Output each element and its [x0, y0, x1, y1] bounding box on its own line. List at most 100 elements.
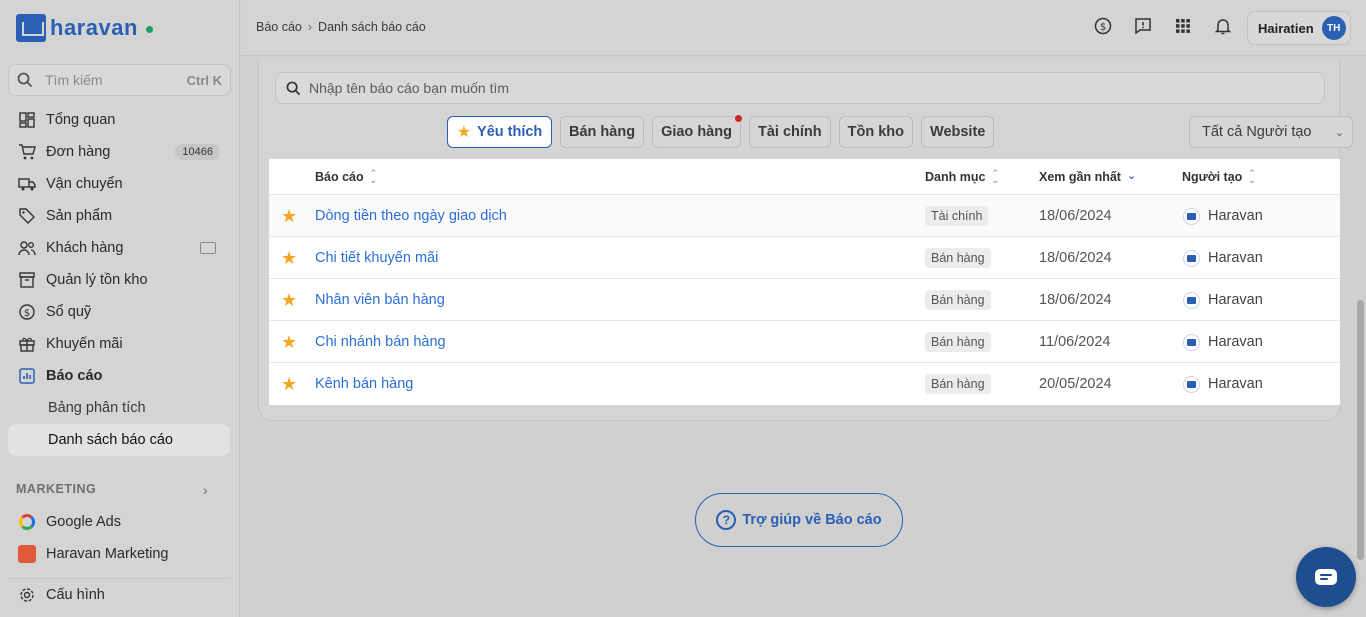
haravan-avatar-icon	[1183, 333, 1200, 351]
sidebar-item-san-pham[interactable]: Sản phẩm	[8, 200, 230, 232]
notification-dot	[734, 115, 742, 122]
sidebar-subitem-bang-phan-tich[interactable]: Bảng phân tích	[8, 392, 230, 424]
sidebar-item-don-hang[interactable]: Đơn hàng 10466	[8, 136, 230, 168]
gear-icon	[18, 586, 36, 604]
category-badge: Bán hàng	[925, 321, 991, 363]
sidebar-item-van-chuyen[interactable]: Vận chuyển	[8, 168, 230, 200]
sidebar-item-khuyen-mai[interactable]: Khuyến mãi	[8, 328, 230, 360]
favorite-star-icon[interactable]: ★	[281, 363, 297, 405]
report-help-button[interactable]: ? Trợ giúp về Báo cáo	[695, 493, 903, 547]
sidebar-item-so-quy[interactable]: $ Sổ quỹ	[8, 296, 230, 328]
filter-favorites[interactable]: ★ Yêu thích	[447, 116, 552, 148]
report-name-link[interactable]: Chi nhánh bán hàng	[315, 321, 446, 363]
filter-ban-hang[interactable]: Bán hàng	[560, 116, 645, 148]
creator-filter-dropdown[interactable]: Tất cả Người tạo ⌄	[1189, 116, 1353, 148]
warehouse-icon	[18, 271, 36, 289]
google-icon	[18, 513, 36, 531]
category-badge: Bán hàng	[925, 363, 991, 405]
favorite-star-icon[interactable]: ★	[281, 279, 297, 321]
truck-icon	[18, 175, 36, 193]
chat-icon	[1315, 569, 1337, 585]
column-label: Báo cáo	[315, 169, 364, 184]
column-header-nguoi-tao[interactable]: Người tạo ⌃ ⌄	[1182, 167, 1256, 185]
sidebar-search[interactable]: Tìm kiếm Ctrl K	[8, 64, 231, 96]
creator-filter-label: Tất cả Người tạo	[1202, 124, 1312, 140]
users-icon	[18, 239, 36, 257]
sidebar-item-bao-cao[interactable]: Báo cáo	[8, 360, 230, 392]
creator-cell: Haravan	[1183, 195, 1263, 237]
chat-launcher-button[interactable]	[1296, 547, 1356, 607]
sidebar-item-label: Haravan Marketing	[46, 546, 169, 562]
category-badge: Tài chính	[925, 195, 989, 237]
sidebar-item-label: Vận chuyển	[46, 176, 123, 192]
report-name-link[interactable]: Kênh bán hàng	[315, 363, 413, 405]
monitor-icon[interactable]	[200, 242, 216, 254]
chevron-right-icon[interactable]: ›	[203, 482, 208, 498]
filter-ton-kho[interactable]: Tồn kho	[838, 116, 914, 148]
bell-icon[interactable]	[1213, 16, 1233, 36]
filter-website[interactable]: Website	[921, 116, 995, 148]
report-name-link[interactable]: Nhân viên bán hàng	[315, 279, 445, 321]
sidebar-item-tong-quan[interactable]: Tổng quan	[8, 104, 230, 136]
table-row[interactable]: ★ Dòng tiền theo ngày giao dịch Tài chín…	[269, 195, 1340, 237]
sidebar-item-khach-hang[interactable]: Khách hàng	[8, 232, 230, 264]
scrollbar[interactable]	[1357, 300, 1364, 560]
breadcrumb-item-current: Danh sách báo cáo	[318, 20, 426, 34]
favorite-star-icon[interactable]: ★	[281, 321, 297, 363]
sidebar-item-quan-ly-ton-kho[interactable]: Quản lý tồn kho	[8, 264, 230, 296]
table-row[interactable]: ★ Nhân viên bán hàng Bán hàng 18/06/2024…	[269, 279, 1340, 321]
currency-exchange-icon[interactable]: $	[1093, 16, 1113, 36]
breadcrumb-item-bao-cao[interactable]: Báo cáo	[256, 20, 302, 34]
feedback-icon[interactable]	[1133, 16, 1153, 36]
search-icon	[286, 81, 301, 95]
favorite-star-icon[interactable]: ★	[281, 195, 297, 237]
top-bar: Báo cáo › Danh sách báo cáo $ Hairatien …	[241, 0, 1366, 56]
report-icon	[18, 367, 36, 385]
user-menu[interactable]: Hairatien TH	[1247, 11, 1351, 45]
filter-label: Giao hàng	[661, 124, 732, 140]
sort-icon: ⌃ ⌄	[1248, 167, 1256, 185]
chevron-down-icon: ⌄	[1334, 126, 1344, 139]
topbar-icons: $	[1093, 16, 1233, 36]
sidebar-item-label: Đơn hàng	[46, 144, 111, 160]
table-row[interactable]: ★ Kênh bán hàng Bán hàng 20/05/2024 Hara…	[269, 363, 1340, 405]
table-row[interactable]: ★ Chi nhánh bán hàng Bán hàng 11/06/2024…	[269, 321, 1340, 363]
haravan-avatar-icon	[1183, 249, 1200, 267]
report-search-placeholder: Nhập tên báo cáo bạn muốn tìm	[309, 80, 510, 96]
filter-giao-hang[interactable]: Giao hàng	[652, 115, 742, 148]
sort-icon: ⌃ ⌄	[991, 167, 999, 185]
table-row[interactable]: ★ Chi tiết khuyến mãi Bán hàng 18/06/202…	[269, 237, 1340, 279]
last-viewed-date: 11/06/2024	[1039, 334, 1111, 350]
online-status-dot	[145, 25, 153, 33]
sidebar-item-haravan-marketing[interactable]: Haravan Marketing	[8, 538, 230, 570]
favorite-star-icon[interactable]: ★	[281, 237, 297, 279]
haravan-logo[interactable]: haravan	[16, 14, 153, 42]
haravan-avatar-icon	[1183, 375, 1200, 393]
sidebar: haravan Tìm kiếm Ctrl K Tổng quan Đơn hà…	[0, 0, 240, 617]
gift-icon	[18, 335, 36, 353]
sort-icon: ⌃ ⌄	[369, 167, 378, 185]
report-search-input[interactable]: Nhập tên báo cáo bạn muốn tìm	[275, 72, 1325, 104]
category-badge: Bán hàng	[925, 237, 991, 279]
sidebar-item-label: Tổng quan	[46, 112, 116, 128]
dashboard-icon	[18, 111, 36, 129]
sidebar-item-google-ads[interactable]: Google Ads	[8, 506, 230, 538]
haravan-marketing-icon	[18, 545, 36, 563]
marketing-section-header: MARKETING	[16, 482, 97, 496]
report-name-link[interactable]: Dòng tiền theo ngày giao dịch	[315, 195, 507, 237]
haravan-avatar-icon	[1183, 207, 1200, 225]
sidebar-subitem-danh-sach-bao-cao[interactable]: Danh sách báo cáo	[8, 424, 230, 456]
sidebar-item-cau-hinh[interactable]: Cấu hình	[8, 579, 230, 611]
column-header-xem-gan-nhat[interactable]: Xem gần nhất ⌄	[1039, 170, 1136, 184]
column-header-bao-cao[interactable]: Báo cáo ⌃ ⌄	[315, 167, 378, 185]
column-header-danh-muc[interactable]: Danh mục ⌃ ⌄	[925, 167, 999, 185]
column-label: Danh mục	[925, 169, 986, 184]
sidebar-item-label: Cấu hình	[46, 587, 105, 603]
filter-tai-chinh[interactable]: Tài chính	[748, 116, 831, 148]
apps-grid-icon[interactable]	[1173, 16, 1193, 36]
sidebar-item-label: Khách hàng	[46, 240, 124, 256]
creator-cell: Haravan	[1183, 363, 1263, 405]
report-name-link[interactable]: Chi tiết khuyến mãi	[315, 237, 438, 279]
svg-text:$: $	[24, 308, 30, 319]
user-name: Hairatien	[1258, 20, 1314, 36]
